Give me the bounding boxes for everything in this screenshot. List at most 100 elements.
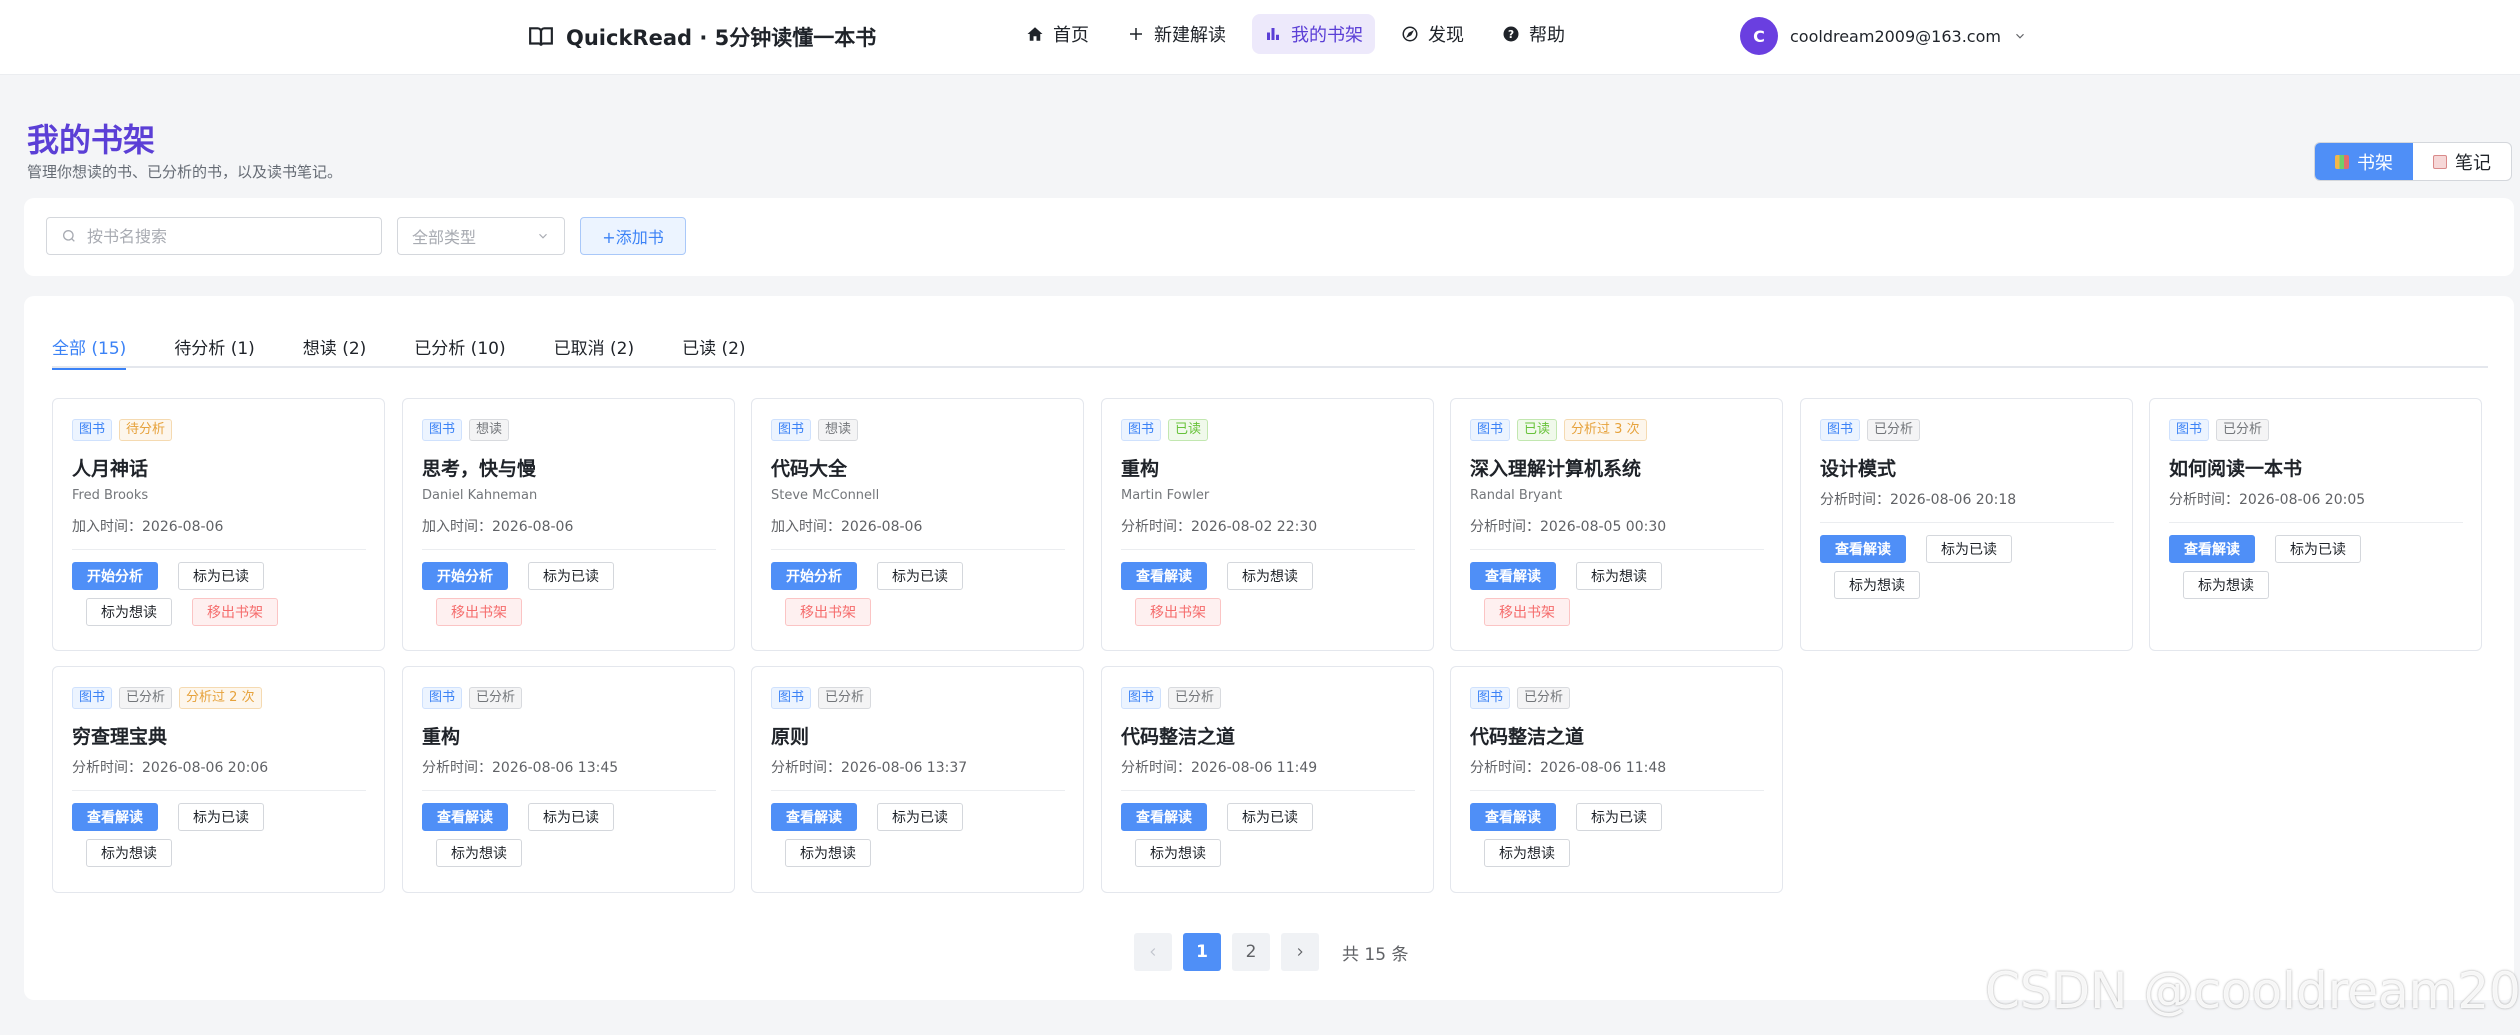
card-action-button[interactable]: 标为想读 — [86, 839, 172, 867]
card-action-button[interactable]: 查看解读 — [1470, 562, 1556, 590]
book-title[interactable]: 原则 — [771, 722, 809, 749]
book-author: Daniel Kahneman — [422, 488, 538, 503]
book-title[interactable]: 代码大全 — [771, 454, 847, 481]
tab-want-to-read[interactable]: 想读 (2) — [303, 334, 386, 368]
book-title[interactable]: 代码整洁之道 — [1121, 722, 1235, 749]
chevron-down-icon — [539, 233, 547, 239]
nav-help[interactable]: ? 帮助 — [1490, 14, 1577, 54]
book-card[interactable]: 图书 想读 代码大全 Steve McConnell 加入时间：2026-08-06 开始… — [751, 398, 1084, 651]
user-menu[interactable]: C cooldream2009@163.com — [1740, 16, 2027, 56]
card-action-button[interactable]: 开始分析 — [771, 562, 857, 590]
book-card[interactable]: 图书 已分析 设计模式 分析时间：2026-08-06 20:18 查看解读 标为已读 标为… — [1800, 398, 2133, 651]
book-time: 分析时间：2026-08-02 22:30 — [1121, 519, 1318, 535]
tag-group: 图书 已分析 — [1470, 687, 1571, 709]
card-action-button[interactable]: 标为想读 — [1834, 571, 1920, 599]
book-title[interactable]: 如何阅读一本书 — [2169, 454, 2302, 481]
next-page-button[interactable] — [1281, 933, 1319, 971]
card-action-button[interactable]: 开始分析 — [72, 562, 158, 590]
card-action-button[interactable]: 移出书架 — [436, 598, 522, 626]
nav-new-analysis[interactable]: 新建解读 — [1115, 14, 1238, 54]
card-action-button[interactable]: 标为想读 — [1227, 562, 1313, 590]
book-title[interactable]: 设计模式 — [1820, 454, 1896, 481]
status-tag: 已分析 — [119, 687, 173, 709]
card-action-button[interactable]: 标为想读 — [1576, 562, 1662, 590]
book-title[interactable]: 思考，快与慢 — [422, 454, 536, 481]
card-action-button[interactable]: 移出书架 — [1135, 598, 1221, 626]
card-action-button[interactable]: 查看解读 — [422, 803, 508, 831]
prev-page-button[interactable] — [1134, 933, 1172, 971]
top-navbar: QuickRead · 5分钟读懂一本书 首页 新建解读 我的书架 发现 ? 帮… — [0, 0, 2520, 75]
card-action-button[interactable]: 标为已读 — [1576, 803, 1662, 831]
tab-read[interactable]: 已读 (2) — [682, 334, 765, 368]
card-action-button[interactable]: 标为想读 — [1484, 839, 1570, 867]
book-title[interactable]: 重构 — [1121, 454, 1159, 481]
book-title[interactable]: 代码整洁之道 — [1470, 722, 1584, 749]
card-action-button[interactable]: 查看解读 — [1121, 803, 1207, 831]
nav-label: 首页 — [1053, 25, 1089, 46]
book-card[interactable]: 图书 已分析 原则 分析时间：2026-08-06 13:37 查看解读 标为已读 标为想读 — [751, 666, 1084, 893]
tab-all[interactable]: 全部 (15) — [52, 334, 146, 370]
card-action-button[interactable]: 移出书架 — [192, 598, 278, 626]
book-card[interactable]: 图书 已分析 如何阅读一本书 分析时间：2026-08-06 20:05 查看解读 标为已… — [2149, 398, 2482, 651]
card-action-button[interactable]: 标为想读 — [2183, 571, 2269, 599]
card-action-button[interactable]: 标为已读 — [2275, 535, 2361, 563]
card-action-button[interactable]: 标为想读 — [436, 839, 522, 867]
book-card[interactable]: 图书 已分析 代码整洁之道 分析时间：2026-08-06 11:48 查看解读 标为已读… — [1450, 666, 1783, 893]
card-action-button[interactable]: 标为已读 — [877, 562, 963, 590]
card-action-button[interactable]: 查看解读 — [72, 803, 158, 831]
type-select[interactable]: 全部类型 — [397, 217, 565, 255]
status-tag: 待分析 — [119, 419, 173, 441]
card-action-button[interactable]: 标为已读 — [178, 803, 264, 831]
card-divider — [1820, 522, 2114, 523]
card-action-button[interactable]: 标为已读 — [178, 562, 264, 590]
card-action-button[interactable]: 查看解读 — [2169, 535, 2255, 563]
tab-pending[interactable]: 待分析 (1) — [174, 334, 274, 368]
book-card[interactable]: 图书 已分析 分析过 2 次穷查理宝典 分析时间：2026-08-06 20:06 查看… — [52, 666, 385, 893]
book-card[interactable]: 图书 已分析 代码整洁之道 分析时间：2026-08-06 11:49 查看解读 标为已读… — [1101, 666, 1434, 893]
card-action-button[interactable]: 标为已读 — [528, 562, 614, 590]
card-action-button[interactable]: 查看解读 — [1121, 562, 1207, 590]
card-action-button[interactable]: 标为已读 — [528, 803, 614, 831]
card-action-button[interactable]: 标为已读 — [1227, 803, 1313, 831]
card-action-button[interactable]: 标为想读 — [785, 839, 871, 867]
book-title[interactable]: 人月神话 — [72, 454, 148, 481]
book-title[interactable]: 重构 — [422, 722, 460, 749]
card-divider — [1121, 790, 1415, 791]
card-action-button[interactable]: 移出书架 — [785, 598, 871, 626]
tab-analyzed[interactable]: 已分析 (10) — [414, 334, 525, 368]
page-2-button[interactable]: 2 — [1232, 933, 1270, 971]
card-action-button[interactable]: 查看解读 — [1470, 803, 1556, 831]
status-tag: 图书 — [1121, 419, 1162, 441]
view-notes-button[interactable]: 笔记 — [2413, 143, 2511, 180]
brand[interactable]: QuickRead · 5分钟读懂一本书 — [528, 20, 876, 54]
nav-discover[interactable]: 发现 — [1389, 14, 1476, 54]
tab-cancelled[interactable]: 已取消 (2) — [554, 334, 654, 368]
card-action-button[interactable]: 开始分析 — [422, 562, 508, 590]
book-card[interactable]: 图书 已分析 重构 分析时间：2026-08-06 13:45 查看解读 标为已读 标为想读 — [402, 666, 735, 893]
book-title[interactable]: 深入理解计算机系统 — [1470, 454, 1641, 481]
search-input[interactable] — [87, 226, 367, 246]
nav-home[interactable]: 首页 — [1014, 14, 1101, 54]
card-divider — [1470, 790, 1764, 791]
card-action-button[interactable]: 标为已读 — [877, 803, 963, 831]
card-action-button[interactable]: 标为已读 — [1926, 535, 2012, 563]
book-author: Martin Fowler — [1121, 488, 1210, 503]
book-card[interactable]: 图书 想读 思考，快与慢 Daniel Kahneman 加入时间：2026-08-06… — [402, 398, 735, 651]
card-action-button[interactable]: 标为想读 — [86, 598, 172, 626]
card-action-button[interactable]: 移出书架 — [1484, 598, 1570, 626]
status-tag: 想读 — [469, 419, 510, 441]
card-action-button[interactable]: 标为想读 — [1135, 839, 1221, 867]
view-shelf-button[interactable]: 书架 — [2315, 143, 2413, 180]
book-title[interactable]: 穷查理宝典 — [72, 722, 167, 749]
tag-group: 图书 已分析 — [2169, 419, 2270, 441]
book-card[interactable]: 图书 已读 重构 Martin Fowler 分析时间：2026-08-02 22:30… — [1101, 398, 1434, 651]
card-action-button[interactable]: 查看解读 — [1820, 535, 1906, 563]
book-card[interactable]: 图书 待分析 人月神话 Fred Brooks 加入时间：2026-08-06 开始分析标… — [52, 398, 385, 651]
book-card[interactable]: 图书 已读 分析过 3 次深入理解计算机系统 Randal Bryant 分析时间：20… — [1450, 398, 1783, 651]
page-1-button[interactable]: 1 — [1183, 933, 1221, 971]
card-divider — [72, 549, 366, 550]
add-book-button[interactable]: +添加书 — [580, 217, 686, 255]
tag-group: 图书 已分析 — [422, 687, 523, 709]
card-action-button[interactable]: 查看解读 — [771, 803, 857, 831]
nav-my-bookshelf[interactable]: 我的书架 — [1252, 14, 1375, 54]
